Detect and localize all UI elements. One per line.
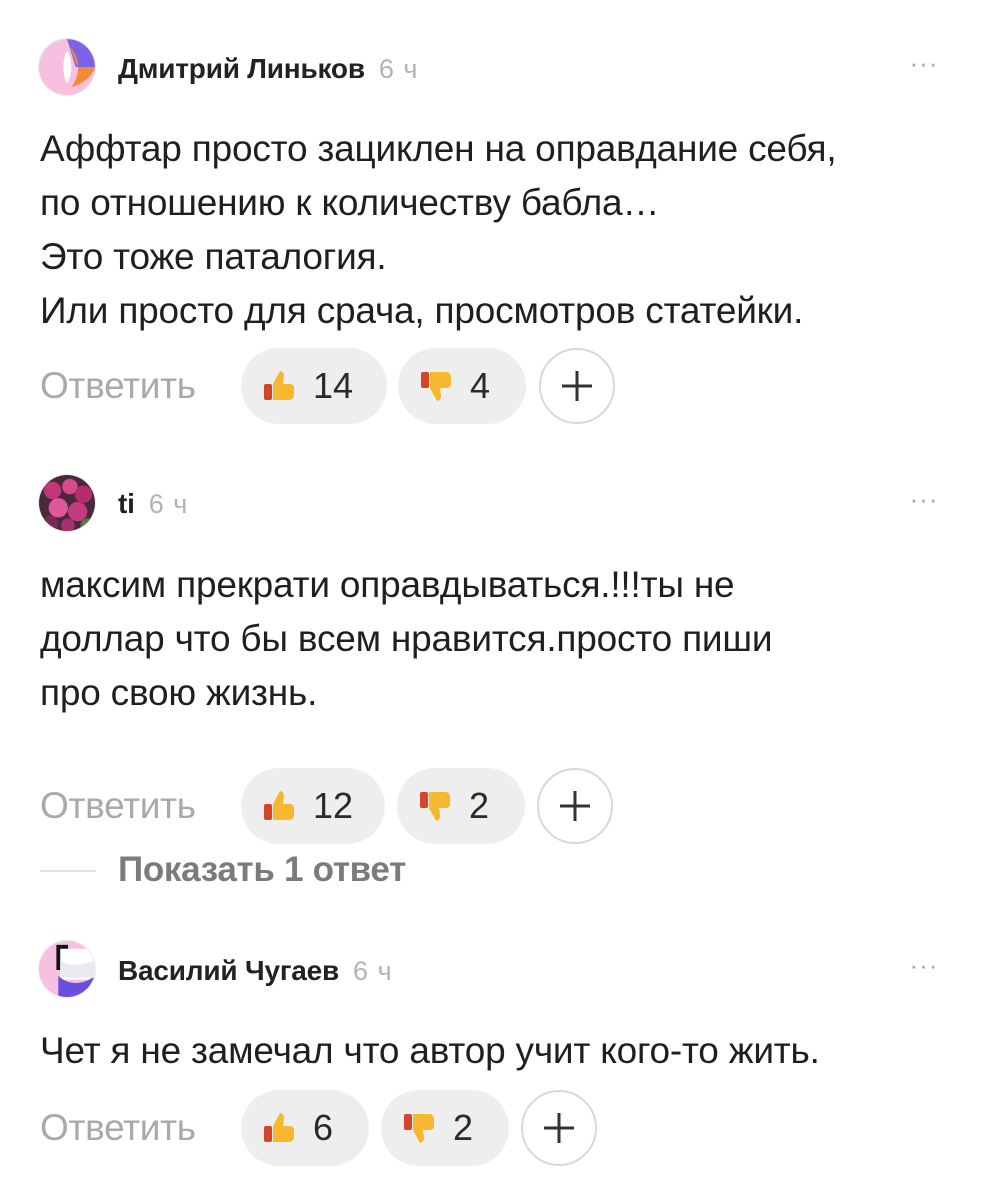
more-options-icon[interactable]: ··· xyxy=(906,486,942,512)
comment-text-line: максим прекрати оправдываться.!!!ты не xyxy=(40,564,735,605)
dislike-button[interactable]: 2 xyxy=(397,768,525,844)
comment: Василий Чугаев 6 ч ··· Чет я не замечал ч… xyxy=(0,940,1003,1166)
add-reaction-button[interactable] xyxy=(537,768,613,844)
author-name[interactable]: Дмитрий Линьков 6 ч xyxy=(118,53,418,85)
comment-text-line: Или просто для срача, просмотров статейк… xyxy=(40,290,804,331)
comment-text-line: по отношению к количеству бабла… xyxy=(40,182,660,223)
avatar[interactable] xyxy=(38,940,96,998)
show-replies-label[interactable]: Показать 1 ответ xyxy=(118,850,406,890)
author-name[interactable]: ti 6 ч xyxy=(118,488,188,520)
thumbs-down-icon xyxy=(415,786,455,826)
thumbs-down-icon xyxy=(416,366,456,406)
dislike-count: 4 xyxy=(470,365,491,406)
comment-time: 6 ч xyxy=(148,489,189,519)
comment-text-line: доллар что бы всем нравится.просто пиши xyxy=(40,618,773,659)
author-name-text[interactable]: Василий Чугаев xyxy=(118,955,339,986)
thread-divider xyxy=(40,870,96,872)
like-count: 6 xyxy=(313,1107,334,1148)
thumbs-up-icon xyxy=(259,366,299,406)
comment-text: Аффтар просто зациклен на оправдание себ… xyxy=(40,122,970,338)
comment-actions: Ответить 6 2 xyxy=(0,1088,1003,1168)
reply-button[interactable]: Ответить xyxy=(40,365,196,407)
reply-button[interactable]: Ответить xyxy=(40,1107,196,1149)
comment-header: ti 6 ч ··· xyxy=(0,474,1003,534)
dislike-button[interactable]: 2 xyxy=(381,1090,509,1166)
more-options-icon[interactable]: ··· xyxy=(906,50,942,76)
pink-orange-abstract-avatar-icon xyxy=(39,39,95,95)
comment-actions: Ответить 12 2 xyxy=(0,766,1003,846)
flowers-photo-avatar-icon xyxy=(39,475,95,531)
avatar[interactable] xyxy=(38,38,96,96)
comment-header: Дмитрий Линьков 6 ч ··· xyxy=(0,38,1003,98)
reply-button[interactable]: Ответить xyxy=(40,785,196,827)
dislike-button[interactable]: 4 xyxy=(398,348,526,424)
comment-actions: Ответить 14 4 xyxy=(0,346,1003,426)
like-button[interactable]: 12 xyxy=(241,768,385,844)
like-count: 14 xyxy=(313,365,354,406)
thumbs-up-icon xyxy=(259,786,299,826)
comment: ti 6 ч ··· максим прекрати оправдываться.… xyxy=(0,474,1003,844)
comment-time: 6 ч xyxy=(378,54,419,84)
thumbs-down-icon xyxy=(399,1108,439,1148)
add-reaction-button[interactable] xyxy=(521,1090,597,1166)
more-options-icon[interactable]: ··· xyxy=(906,952,942,978)
comment-text-line: про свою жизнь. xyxy=(40,672,318,713)
show-replies-button[interactable]: Показать 1 ответ xyxy=(0,850,1003,890)
avatar[interactable] xyxy=(38,474,96,532)
author-name-text[interactable]: ti xyxy=(118,488,135,519)
add-reaction-button[interactable] xyxy=(539,348,615,424)
comment-time: 6 ч xyxy=(353,956,393,986)
pink-purple-abstract-avatar-icon xyxy=(39,941,95,997)
comment: Дмитрий Линьков 6 ч ··· Аффтар просто зац… xyxy=(0,38,1003,424)
comment-text: Чет я не замечал что автор учит кого-то … xyxy=(40,1024,970,1078)
dislike-count: 2 xyxy=(453,1107,474,1148)
like-count: 12 xyxy=(313,785,354,826)
thumbs-up-icon xyxy=(259,1108,299,1148)
comment-text-line: Чет я не замечал что автор учит кого-то … xyxy=(40,1030,820,1071)
comment-header: Василий Чугаев 6 ч ··· xyxy=(0,940,1003,1000)
comment-text-line: Аффтар просто зациклен на оправдание себ… xyxy=(40,128,837,169)
author-name-text[interactable]: Дмитрий Линьков xyxy=(118,53,365,84)
like-button[interactable]: 6 xyxy=(241,1090,369,1166)
comment-text: максим прекрати оправдываться.!!!ты не д… xyxy=(40,558,970,720)
dislike-count: 2 xyxy=(469,785,490,826)
comment-text-line: Это тоже паталогия. xyxy=(40,236,387,277)
like-button[interactable]: 14 xyxy=(241,348,387,424)
author-name[interactable]: Василий Чугаев 6 ч xyxy=(118,955,393,987)
